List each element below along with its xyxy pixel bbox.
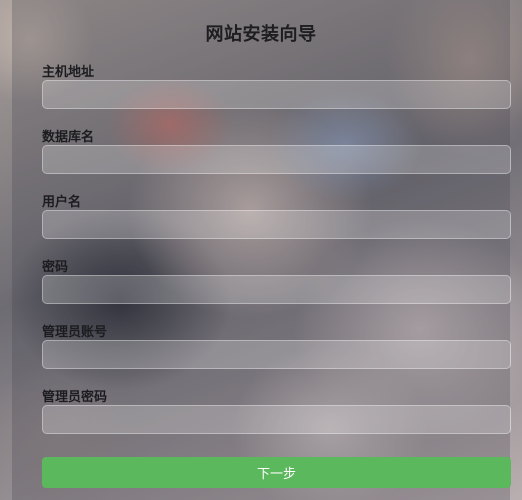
admin-account-input[interactable] bbox=[42, 340, 511, 369]
username-label: 用户名 bbox=[42, 195, 82, 210]
admin-password-label: 管理员密码 bbox=[42, 390, 108, 405]
install-wizard-panel: 网站安装向导 主机地址 数据库名 用户名 密码 管理员账号 管理员密码 下一步 bbox=[12, 0, 511, 500]
username-input[interactable] bbox=[42, 210, 511, 239]
next-step-button[interactable]: 下一步 bbox=[42, 457, 511, 488]
database-name-label: 数据库名 bbox=[42, 130, 95, 145]
database-name-input[interactable] bbox=[42, 145, 511, 174]
password-label: 密码 bbox=[42, 260, 69, 275]
password-input[interactable] bbox=[42, 275, 511, 304]
host-address-input[interactable] bbox=[42, 80, 511, 109]
admin-account-label: 管理员账号 bbox=[42, 325, 108, 340]
host-address-label: 主机地址 bbox=[42, 65, 95, 80]
page-title: 网站安装向导 bbox=[205, 24, 317, 45]
admin-password-input[interactable] bbox=[42, 405, 511, 434]
